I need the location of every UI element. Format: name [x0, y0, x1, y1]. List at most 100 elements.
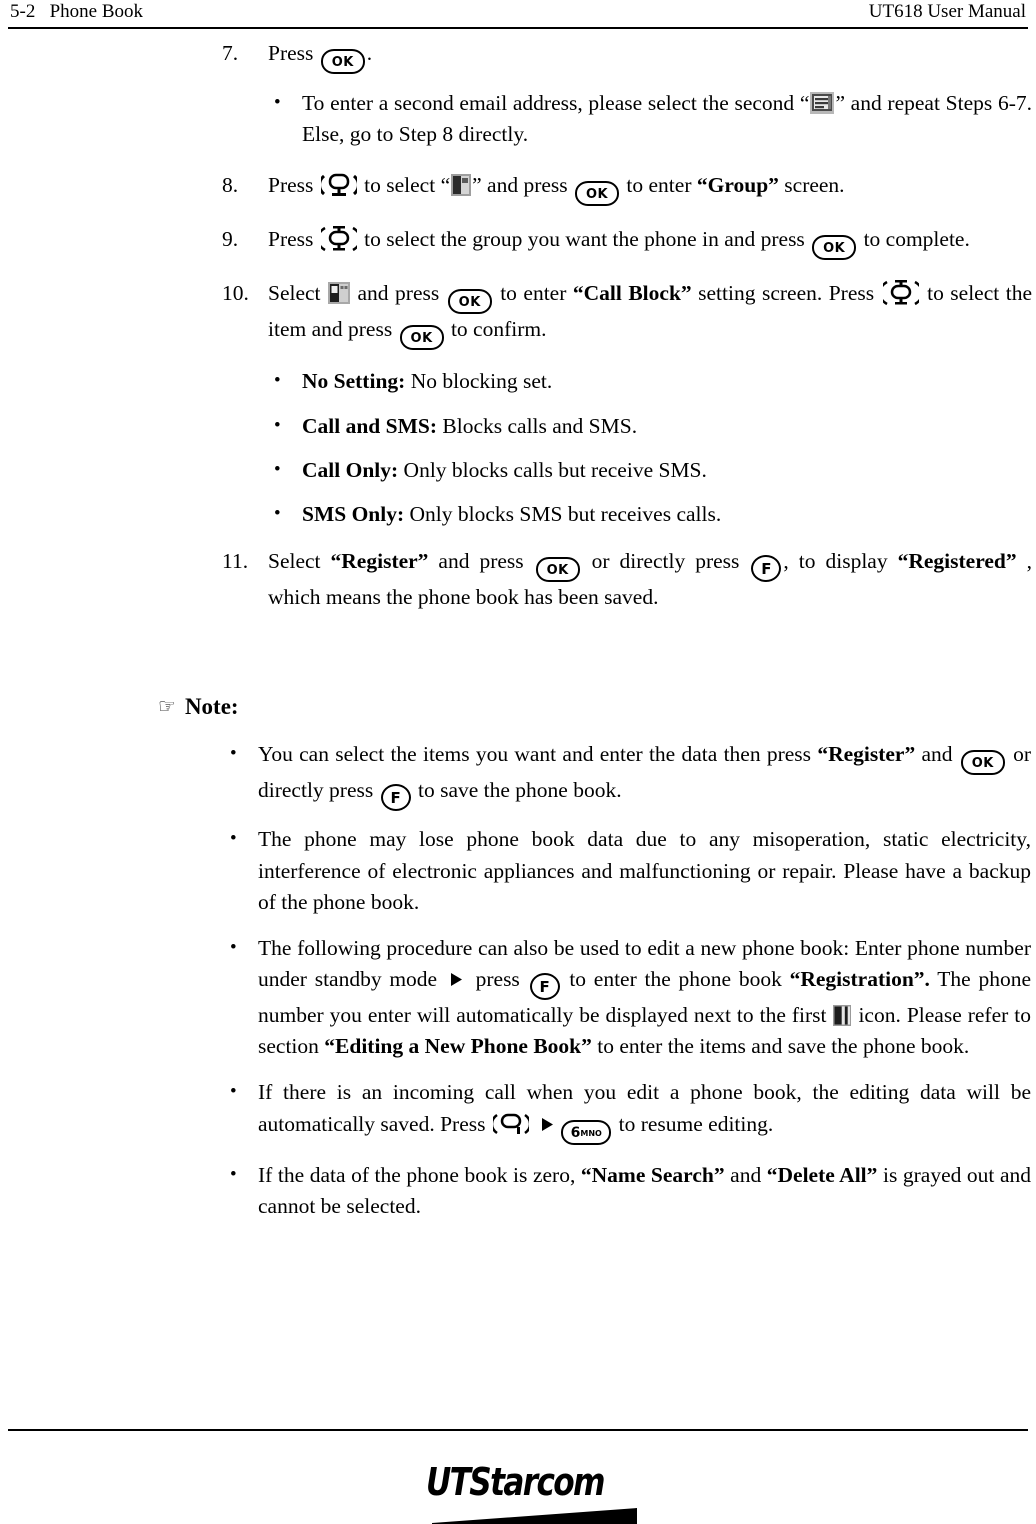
- navigate-up-down-key-icon: [320, 224, 357, 254]
- step-7-text: Press OK.: [268, 38, 1032, 74]
- f-key-icon: F: [529, 973, 560, 1001]
- note-bullet-4: If there is an incoming call when you ed…: [258, 1077, 1031, 1145]
- option-desc: Only blocks calls but receive SMS.: [398, 457, 707, 482]
- ok-key-icon: OK: [447, 289, 492, 315]
- step-9: 9. Press to select the group you want th…: [222, 224, 1032, 261]
- call-block-icon: [328, 282, 351, 305]
- step-8-seg4: to enter: [621, 173, 697, 198]
- phone-book-icon: [833, 1005, 852, 1027]
- list-item: • No Setting: No blocking set.: [270, 366, 1032, 397]
- bullet-marker: •: [230, 936, 237, 958]
- step-8: 8. Press to select “ ” and press OK to en…: [222, 170, 1032, 207]
- header-left-text: 5-2 Phone Book: [10, 1, 143, 22]
- registration-label: “Registration”.: [789, 967, 930, 992]
- note-b4-seg2: [531, 1112, 536, 1136]
- call-block-option: Call Only: Only blocks calls but receive…: [302, 455, 1032, 486]
- contact-card-icon: [451, 174, 472, 197]
- footer-divider-rule: [8, 1429, 1028, 1431]
- note-heading-text: Note:: [184, 694, 239, 719]
- step-7-period: .: [366, 41, 373, 65]
- list-item: • Call Only: Only blocks calls but recei…: [270, 455, 1032, 486]
- step-8-seg5: screen.: [778, 173, 845, 198]
- right-arrow-icon: [448, 971, 465, 988]
- call-block-label: “Call Block”: [572, 281, 692, 306]
- option-desc: No blocking set.: [405, 369, 553, 394]
- note-b3-seg6: to enter the items and save the phone bo…: [591, 1034, 970, 1059]
- logo-wedge-shape: [432, 1506, 637, 1524]
- note-section: ☞ Note: • You can select the items you wa…: [158, 690, 1033, 1235]
- option-term: No Setting:: [302, 369, 406, 394]
- f-key-icon: F: [751, 555, 782, 583]
- register-label: “Register”: [330, 549, 429, 574]
- step-10-seg6: to confirm.: [445, 317, 547, 342]
- list-item: • The phone may lose phone book data due…: [226, 824, 1031, 918]
- key-6-digit: 6: [570, 1124, 581, 1141]
- list-item: • The following procedure can also be us…: [226, 933, 1031, 1063]
- navigate-key-icon: [492, 1109, 529, 1139]
- step-10-seg3: to enter: [493, 281, 573, 306]
- bullet-marker: •: [230, 743, 237, 765]
- call-block-option: SMS Only: Only blocks SMS but receives c…: [302, 499, 1032, 530]
- note-bullet-5: If the data of the phone book is zero, “…: [258, 1160, 1031, 1222]
- step-11-seg2: and press: [428, 549, 534, 574]
- note-bullet-list: • You can select the items you want and …: [226, 739, 1031, 1222]
- step-10-number: 10.: [222, 281, 249, 306]
- note-bullet-2: The phone may lose phone book data due t…: [258, 827, 1031, 914]
- bullet-marker: •: [274, 502, 281, 524]
- manual-page: 5-2 Phone Book UT618 User Manual 7. Pres…: [0, 0, 1036, 1524]
- header-divider-rule: [8, 27, 1028, 29]
- note-b5-seg1: If the data of the phone book is zero,: [258, 1162, 581, 1187]
- document-body: 7. Press OK. • To enter a second email a…: [222, 38, 1032, 627]
- step-10-seg4: setting screen. Press: [691, 281, 881, 306]
- call-block-option: Call and SMS: Blocks calls and SMS.: [302, 411, 1032, 442]
- note-b1-seg4: to save the phone book.: [412, 778, 622, 803]
- ok-key-icon: OK: [960, 750, 1005, 776]
- right-arrow-icon: [539, 1116, 556, 1133]
- step-7-number: 7.: [222, 41, 239, 65]
- step-8-text: Press to select “ ” and press OK to enter…: [268, 170, 1032, 207]
- list-item: • SMS Only: Only blocks SMS but receives…: [270, 499, 1032, 530]
- option-desc: Only blocks SMS but receives calls.: [404, 501, 722, 526]
- pointing-hand-icon: ☞: [158, 694, 176, 718]
- option-term: Call Only:: [302, 457, 399, 482]
- delete-all-label: “Delete All”: [766, 1162, 878, 1187]
- call-block-option-list: • No Setting: No blocking set. • Call an…: [270, 366, 1032, 530]
- step-7-lead-text: Press: [268, 41, 319, 65]
- step-11-seg4: , to display: [783, 549, 898, 574]
- ok-key-icon: OK: [535, 557, 580, 583]
- utstarcom-logo-text: UTStarcom: [426, 1462, 615, 1502]
- step-9-seg3: to complete.: [858, 227, 970, 252]
- list-item: • To enter a second email address, pleas…: [270, 88, 1032, 150]
- register-label: “Register”: [817, 742, 916, 767]
- step-11-text: Select “Register” and press OK or direct…: [268, 546, 1032, 613]
- step-11-seg1: Select: [268, 549, 331, 574]
- ok-key-icon: OK: [320, 49, 365, 74]
- list-item: • If the data of the phone book is zero,…: [226, 1160, 1031, 1222]
- ok-key-icon: OK: [399, 325, 444, 351]
- bullet-marker: •: [274, 458, 281, 480]
- email-icon: [810, 92, 835, 114]
- note-b5-seg2: and: [724, 1162, 767, 1187]
- note-b3-seg2: press: [467, 967, 528, 992]
- page-header: 5-2 Phone Book UT618 User Manual: [10, 0, 1026, 30]
- step-11-seg3: or directly press: [581, 549, 750, 574]
- bullet-marker: •: [230, 1081, 237, 1103]
- editing-new-phone-book-label: “Editing a New Phone Book”: [324, 1034, 592, 1059]
- f-key-icon: F: [380, 784, 411, 812]
- step-11-number: 11.: [222, 549, 249, 574]
- bullet-marker: •: [230, 828, 237, 850]
- step-10-seg1: Select: [268, 281, 328, 306]
- navigate-up-down-key-icon: [882, 278, 919, 308]
- bullet-marker: •: [274, 370, 281, 392]
- option-term: SMS Only:: [302, 501, 405, 526]
- logo-starcom-text: Starcom: [469, 1460, 605, 1504]
- step-7: 7. Press OK.: [222, 38, 1032, 74]
- option-term: Call and SMS:: [302, 413, 438, 438]
- header-right-text: UT618 User Manual: [868, 1, 1026, 22]
- step-9-seg1: Press: [268, 227, 319, 252]
- call-block-option: No Setting: No blocking set.: [302, 366, 1032, 397]
- key-6-mno-icon: 6MNO: [561, 1119, 612, 1145]
- step-10: 10. Select and press OK to enter “Call B…: [222, 278, 1032, 351]
- list-item: • Call and SMS: Blocks calls and SMS.: [270, 411, 1032, 442]
- option-desc: Blocks calls and SMS.: [437, 413, 638, 438]
